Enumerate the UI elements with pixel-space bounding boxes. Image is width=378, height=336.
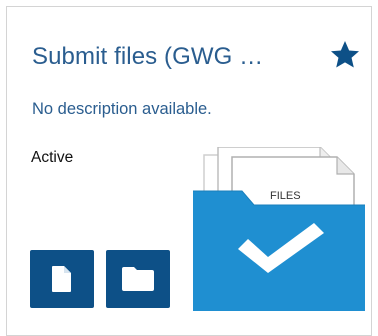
submission-card[interactable]: Submit files (GWG … No description avail…	[6, 6, 372, 336]
file-icon	[52, 266, 71, 292]
files-label: FILES	[270, 190, 301, 202]
files-illustration: FILES	[193, 147, 365, 311]
status-text: Active	[31, 149, 74, 166]
card-description: No description available.	[32, 100, 212, 118]
folder-button[interactable]	[106, 250, 170, 308]
star-icon[interactable]	[329, 39, 361, 71]
file-button[interactable]	[30, 250, 94, 308]
folder-icon	[122, 267, 154, 291]
card-title[interactable]: Submit files (GWG …	[32, 43, 263, 71]
